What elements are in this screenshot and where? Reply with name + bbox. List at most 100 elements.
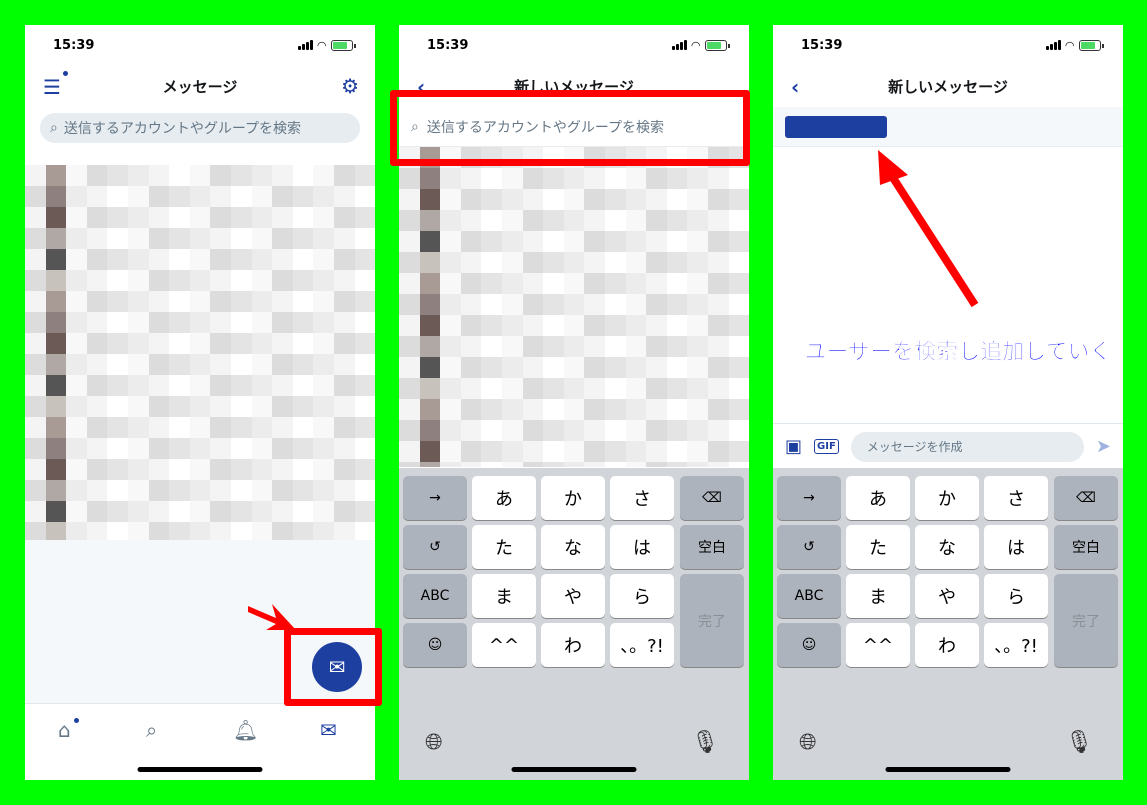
- gear-icon[interactable]: ⚙: [341, 74, 359, 98]
- key[interactable]: わ: [915, 623, 979, 667]
- list-item[interactable]: [25, 291, 375, 312]
- key[interactable]: ^^: [472, 623, 536, 667]
- key[interactable]: あ: [472, 476, 536, 520]
- signal-icon: [297, 40, 313, 50]
- list-item[interactable]: [25, 270, 375, 291]
- key[interactable]: 、。?!: [610, 623, 674, 667]
- list-item[interactable]: [25, 501, 375, 522]
- highlight-box: [390, 90, 750, 166]
- key[interactable]: は: [984, 525, 1048, 569]
- list-item[interactable]: [399, 189, 749, 210]
- list-item[interactable]: [399, 315, 749, 336]
- microphone-icon[interactable]: 🎙︎: [691, 730, 719, 755]
- list-item[interactable]: [399, 273, 749, 294]
- selected-user-chip[interactable]: [785, 116, 887, 138]
- key[interactable]: な: [541, 525, 605, 569]
- list-item[interactable]: [399, 441, 749, 462]
- globe-icon[interactable]: 🌐︎: [799, 730, 817, 755]
- list-item[interactable]: [399, 462, 749, 467]
- list-item[interactable]: [399, 252, 749, 273]
- key[interactable]: は: [610, 525, 674, 569]
- globe-icon[interactable]: 🌐︎: [425, 730, 443, 755]
- list-item[interactable]: [399, 378, 749, 399]
- search-icon[interactable]: ⌕: [146, 718, 157, 742]
- key[interactable]: 空白: [680, 525, 744, 569]
- list-item[interactable]: [399, 399, 749, 420]
- microphone-icon[interactable]: 🎙︎: [1065, 730, 1093, 755]
- key[interactable]: ABC: [403, 574, 467, 618]
- list-item[interactable]: [399, 336, 749, 357]
- list-item[interactable]: [25, 522, 375, 540]
- page-title: メッセージ: [162, 77, 238, 96]
- list-item[interactable]: [25, 333, 375, 354]
- highlight-box: [284, 628, 382, 706]
- key[interactable]: ☺: [403, 623, 467, 667]
- key[interactable]: や: [541, 574, 605, 618]
- list-item[interactable]: [399, 210, 749, 231]
- key[interactable]: さ: [610, 476, 674, 520]
- key[interactable]: ^^: [846, 623, 910, 667]
- key[interactable]: た: [472, 525, 536, 569]
- conversation-list[interactable]: [25, 165, 375, 540]
- done-key[interactable]: 完了: [1054, 574, 1118, 667]
- key[interactable]: ま: [846, 574, 910, 618]
- key[interactable]: 、。?!: [984, 623, 1048, 667]
- key[interactable]: →: [403, 476, 467, 520]
- key[interactable]: や: [915, 574, 979, 618]
- list-item[interactable]: [25, 228, 375, 249]
- key[interactable]: ☺: [777, 623, 841, 667]
- home-indicator: [885, 767, 1011, 772]
- japanese-keyboard[interactable]: → あかさ ⌫ ↺ たなは空白 ABC まやら ☺ ^^ わ、。?! 完了 🌐︎ 🎙︎: [773, 468, 1123, 780]
- send-icon[interactable]: ➤: [1096, 436, 1111, 457]
- mail-icon[interactable]: ✉: [320, 718, 337, 742]
- key[interactable]: ら: [984, 574, 1048, 618]
- suggestion-list[interactable]: [399, 147, 749, 467]
- gif-button[interactable]: GIF: [814, 439, 839, 454]
- key[interactable]: さ: [984, 476, 1048, 520]
- list-item[interactable]: [399, 231, 749, 252]
- key[interactable]: あ: [846, 476, 910, 520]
- key[interactable]: 空白: [1054, 525, 1118, 569]
- back-arrow-icon[interactable]: ‹: [791, 75, 799, 99]
- key[interactable]: か: [915, 476, 979, 520]
- key[interactable]: ら: [610, 574, 674, 618]
- list-item[interactable]: [25, 417, 375, 438]
- japanese-keyboard[interactable]: → あかさ ⌫ ↺ たなは空白 ABC まやら ☺ ^^ わ、。?! 完了 🌐︎ 🎙︎: [399, 468, 749, 780]
- done-key[interactable]: 完了: [680, 574, 744, 667]
- list-item[interactable]: [25, 249, 375, 270]
- key[interactable]: ⌫: [680, 476, 744, 520]
- list-item[interactable]: [25, 312, 375, 333]
- battery-icon: [1079, 39, 1104, 51]
- key[interactable]: →: [777, 476, 841, 520]
- search-input[interactable]: ⌕ 送信するアカウントやグループを検索: [40, 113, 360, 143]
- list-item[interactable]: [25, 396, 375, 417]
- list-item[interactable]: [399, 294, 749, 315]
- key[interactable]: か: [541, 476, 605, 520]
- status-bar: 15:39 ◠: [25, 25, 375, 65]
- list-item[interactable]: [25, 375, 375, 396]
- key[interactable]: ⌫: [1054, 476, 1118, 520]
- list-item[interactable]: [25, 186, 375, 207]
- key[interactable]: ↺: [777, 525, 841, 569]
- list-item[interactable]: [25, 354, 375, 375]
- key[interactable]: ま: [472, 574, 536, 618]
- list-item[interactable]: [25, 459, 375, 480]
- bell-icon[interactable]: 🔔︎: [233, 718, 258, 742]
- key[interactable]: な: [915, 525, 979, 569]
- list-item[interactable]: [399, 357, 749, 378]
- status-time: 15:39: [427, 37, 469, 53]
- list-item[interactable]: [25, 438, 375, 459]
- list-item[interactable]: [25, 207, 375, 228]
- key[interactable]: ABC: [777, 574, 841, 618]
- image-icon[interactable]: ▣: [785, 436, 802, 457]
- home-icon[interactable]: ⌂: [58, 718, 71, 742]
- list-item[interactable]: [25, 165, 375, 186]
- key[interactable]: わ: [541, 623, 605, 667]
- key[interactable]: ↺: [403, 525, 467, 569]
- list-item[interactable]: [399, 168, 749, 189]
- list-item[interactable]: [25, 480, 375, 501]
- message-compose-input[interactable]: メッセージを作成: [850, 431, 1084, 462]
- hamburger-menu-icon[interactable]: ☰: [43, 75, 61, 99]
- key[interactable]: た: [846, 525, 910, 569]
- list-item[interactable]: [399, 420, 749, 441]
